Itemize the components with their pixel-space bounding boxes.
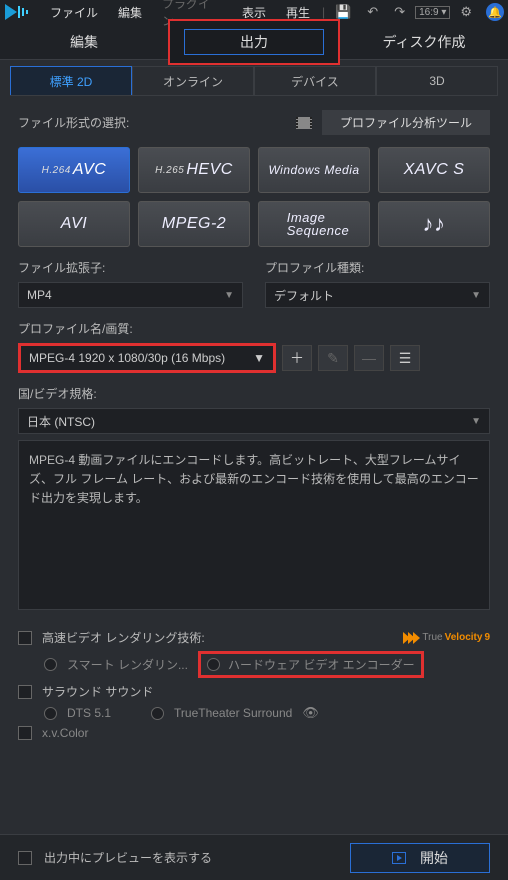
format-image-sequence[interactable]: ImageSequence — [258, 201, 370, 247]
format-audio[interactable]: ♪♪ — [378, 201, 490, 247]
main-tabs: 編集 出力 ディスク作成 — [0, 24, 508, 60]
hw-encoder-highlight: ハードウェア ビデオ エンコーダー — [198, 651, 424, 678]
dts-radio[interactable] — [44, 707, 57, 720]
svrt-radio[interactable] — [44, 658, 57, 671]
profile-type-select[interactable]: デフォルト▼ — [265, 282, 490, 308]
subtab-3d[interactable]: 3D — [376, 66, 498, 95]
region-select[interactable]: 日本 (NTSC)▼ — [18, 408, 490, 434]
surround-label: サラウンド サウンド — [42, 683, 153, 700]
options-section: 高速ビデオ レンダリング技術: TrueVelocity9 スマート レンダリン… — [18, 624, 490, 745]
app-logo — [4, 3, 32, 21]
subtab-device[interactable]: デバイス — [254, 66, 376, 95]
aspect-ratio-selector[interactable]: 16:9 ▾ — [415, 6, 450, 19]
format-h264-avc[interactable]: H.264AVC — [18, 147, 130, 193]
format-label: ファイル形式の選択: — [18, 114, 129, 131]
chevron-down-icon: ▼ — [253, 351, 265, 365]
tab-edit[interactable]: 編集 — [0, 26, 168, 58]
fast-render-label: 高速ビデオ レンダリング技術: — [42, 629, 205, 646]
profile-analyzer-button[interactable]: プロファイル分析ツール — [322, 110, 490, 135]
footer-bar: 出力中にプレビューを表示する 開始 — [0, 834, 508, 880]
fast-render-checkbox[interactable] — [18, 631, 32, 645]
svrt-label: スマート レンダリン... — [67, 656, 188, 673]
hw-encoder-radio[interactable] — [207, 658, 220, 671]
format-mpeg2[interactable]: MPEG-2 — [138, 201, 250, 247]
extension-label: ファイル拡張子: — [18, 259, 243, 276]
redo-icon[interactable]: ↷ — [388, 2, 411, 22]
format-xavc-s[interactable]: XAVC S — [378, 147, 490, 193]
notification-icon[interactable]: 🔔 — [486, 3, 504, 21]
format-h265-hevc[interactable]: H.265HEVC — [138, 147, 250, 193]
profile-type-label: プロファイル種類: — [265, 259, 490, 276]
chevron-down-icon: ▼ — [224, 290, 234, 301]
profile-edit-button[interactable]: ✎ — [318, 345, 348, 371]
format-grid: H.264AVC H.265HEVC Windows Media XAVC S … — [18, 147, 490, 247]
menu-file[interactable]: ファイル — [42, 2, 106, 23]
truetheater-radio[interactable] — [151, 707, 164, 720]
profile-name-select[interactable]: MPEG-4 1920 x 1080/30p (16 Mbps)▼ — [18, 343, 276, 373]
arrows-icon — [405, 632, 420, 644]
tab-output[interactable]: 出力 — [168, 19, 340, 65]
profile-name-label: プロファイル名/画質: — [18, 322, 133, 336]
play-icon — [392, 852, 406, 864]
eye-icon[interactable]: 👁 — [302, 705, 319, 721]
profile-description: MPEG-4 動画ファイルにエンコードします。高ビットレート、大型フレームサイズ… — [18, 440, 490, 610]
surround-checkbox[interactable] — [18, 685, 32, 699]
subtab-standard-2d[interactable]: 標準 2D — [10, 66, 132, 95]
profile-details-button[interactable]: ☰ — [390, 345, 420, 371]
undo-icon[interactable]: ↶ — [361, 2, 384, 22]
profile-add-button[interactable]: ＋ — [282, 345, 312, 371]
preview-checkbox[interactable] — [18, 851, 32, 865]
film-icon — [296, 117, 312, 129]
output-sub-tabs: 標準 2D オンライン デバイス 3D — [10, 66, 498, 96]
xvcolor-checkbox[interactable] — [18, 726, 32, 740]
extension-select[interactable]: MP4▼ — [18, 282, 243, 308]
subtab-online[interactable]: オンライン — [132, 66, 254, 95]
format-avi[interactable]: AVI — [18, 201, 130, 247]
chevron-down-icon: ▼ — [471, 416, 481, 427]
settings-icon[interactable]: ⚙ — [454, 2, 478, 22]
profile-delete-button[interactable]: — — [354, 345, 384, 371]
dts-label: DTS 5.1 — [67, 706, 111, 720]
xvcolor-label: x.v.Color — [42, 726, 88, 740]
region-label: 国/ビデオ規格: — [18, 387, 97, 401]
output-panel: ファイル形式の選択: プロファイル分析ツール H.264AVC H.265HEV… — [0, 96, 508, 753]
truevelocity-badge: TrueVelocity9 — [405, 632, 490, 644]
format-windows-media[interactable]: Windows Media — [258, 147, 370, 193]
start-button[interactable]: 開始 — [350, 843, 490, 873]
truetheater-label: TrueTheater Surround — [174, 706, 292, 720]
preview-label: 出力中にプレビューを表示する — [44, 849, 212, 866]
chevron-down-icon: ▼ — [471, 290, 481, 301]
tab-disc[interactable]: ディスク作成 — [340, 26, 508, 58]
menu-edit[interactable]: 編集 — [110, 2, 150, 23]
hw-encoder-label: ハードウェア ビデオ エンコーダー — [228, 656, 415, 673]
